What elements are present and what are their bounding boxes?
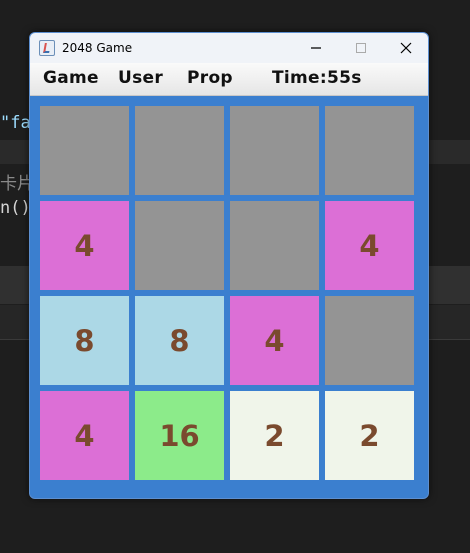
window-controls bbox=[293, 33, 428, 63]
maximize-icon bbox=[355, 43, 366, 53]
menu-bar: Game User Prop Time:55s bbox=[30, 63, 428, 96]
time-display: Time:55s bbox=[272, 68, 362, 88]
number-tile: 2 bbox=[230, 391, 319, 480]
window-title: 2048 Game bbox=[62, 41, 133, 55]
empty-tile bbox=[325, 296, 414, 385]
game-window: 2048 Game Game User Prop Time:55s 448844… bbox=[29, 32, 429, 499]
minimize-button[interactable] bbox=[293, 33, 338, 63]
empty-tile bbox=[135, 201, 224, 290]
menu-prop[interactable]: Prop bbox=[187, 68, 233, 88]
number-tile: 8 bbox=[40, 296, 129, 385]
empty-tile bbox=[40, 106, 129, 195]
title-bar[interactable]: 2048 Game bbox=[30, 33, 428, 63]
empty-tile bbox=[230, 106, 319, 195]
number-tile: 8 bbox=[135, 296, 224, 385]
empty-tile bbox=[230, 201, 319, 290]
close-button[interactable] bbox=[383, 33, 428, 63]
java-cup-icon bbox=[39, 40, 55, 56]
editor-code-fragment: n() bbox=[0, 198, 31, 218]
empty-tile bbox=[135, 106, 224, 195]
number-tile: 4 bbox=[325, 201, 414, 290]
menu-user[interactable]: User bbox=[118, 68, 163, 88]
number-tile: 2 bbox=[325, 391, 414, 480]
maximize-button[interactable] bbox=[338, 33, 383, 63]
menu-game[interactable]: Game bbox=[43, 68, 99, 88]
empty-tile bbox=[325, 106, 414, 195]
editor-code-fragment: "fa bbox=[0, 113, 31, 133]
game-board[interactable]: 4 4 8 8 4 4 16 2 2 bbox=[30, 96, 428, 498]
number-tile: 16 bbox=[135, 391, 224, 480]
minimize-icon bbox=[310, 47, 321, 49]
number-tile: 4 bbox=[40, 391, 129, 480]
number-tile: 4 bbox=[40, 201, 129, 290]
number-tile: 4 bbox=[230, 296, 319, 385]
close-icon bbox=[400, 42, 411, 54]
